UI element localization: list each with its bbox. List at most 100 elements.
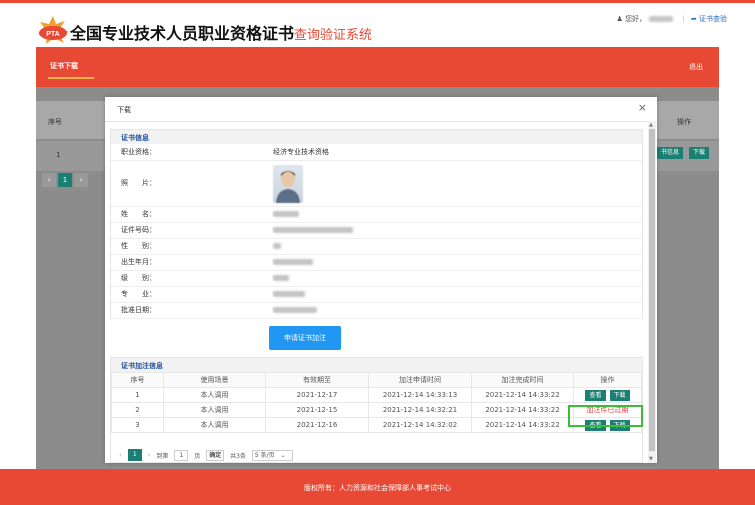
cell-index: 1 bbox=[111, 387, 164, 403]
cell-index: 3 bbox=[111, 417, 164, 433]
scroll-thumb[interactable] bbox=[649, 129, 655, 451]
bg-pager: ‹ 1 › bbox=[42, 173, 90, 187]
cell-valid-until: 2021-12-15 bbox=[265, 402, 369, 418]
cell-done-time: 2021-12-14 14:33:22 bbox=[471, 387, 574, 403]
major-blurred bbox=[273, 291, 305, 297]
birth-blurred bbox=[273, 259, 313, 265]
cell-apply-time: 2021-12-14 14:33:13 bbox=[368, 387, 472, 403]
gender-blurred bbox=[273, 243, 281, 249]
major-label: 专 业： bbox=[111, 286, 271, 303]
goto-page-input[interactable]: 1 bbox=[174, 449, 189, 461]
field-row: 出生年月： bbox=[111, 254, 642, 271]
cell-done-time: 2021-12-14 14:33:22 bbox=[471, 417, 574, 433]
field-row: 性 别： bbox=[111, 238, 642, 255]
cert-no-label: 证件号码： bbox=[111, 222, 271, 239]
cell-apply-time: 2021-12-14 14:32:02 bbox=[368, 417, 472, 433]
level-label: 级 别： bbox=[111, 270, 271, 287]
qualification-label: 职业资格： bbox=[111, 144, 271, 161]
field-row-photo: 照 片： bbox=[111, 160, 642, 207]
scroll-up-icon[interactable]: ▲ bbox=[649, 122, 653, 128]
annotation-row: 2 本人调用 2021-12-15 2021-12-14 14:32:21 20… bbox=[111, 402, 642, 418]
cell-op: 查看 下载 bbox=[573, 387, 642, 403]
col-scene: 使用场景 bbox=[163, 372, 266, 388]
bg-prev-icon[interactable]: ‹ bbox=[42, 173, 56, 187]
cert-no-blurred bbox=[273, 227, 353, 233]
username-blurred bbox=[649, 16, 674, 22]
cert-info-title: 证书信息 bbox=[121, 134, 149, 142]
bg-next-icon[interactable]: › bbox=[74, 173, 88, 187]
next-page-icon[interactable]: › bbox=[148, 451, 151, 459]
annotation-header: 证书加注信息 bbox=[111, 358, 642, 372]
main-nav: 证书下载 退出 bbox=[36, 47, 719, 87]
bg-page-current[interactable]: 1 bbox=[58, 173, 72, 187]
field-row: 批准日期： bbox=[111, 302, 642, 319]
field-row: 职业资格： 经济专业技术资格 bbox=[111, 144, 642, 161]
pta-logo: PTA bbox=[38, 16, 69, 44]
cert-info-header: 证书信息 bbox=[111, 130, 642, 144]
scroll-down-icon[interactable]: ▼ bbox=[649, 456, 653, 462]
level-blurred bbox=[273, 275, 289, 281]
cell-scene: 本人调用 bbox=[163, 402, 266, 418]
modal-title: 下载 bbox=[117, 106, 131, 114]
system-title: 全国专业技术人员职业资格证书查询验证系统 bbox=[70, 20, 372, 44]
col-valid-until: 有效期至 bbox=[265, 372, 369, 388]
bg-col-op: 操作 bbox=[677, 118, 691, 126]
prev-page-icon[interactable]: ‹ bbox=[119, 451, 122, 459]
gender-label: 性 别： bbox=[111, 238, 271, 255]
photo-label: 照 片： bbox=[111, 160, 271, 207]
per-page-select[interactable]: 5 条/页 ⌄ bbox=[251, 449, 293, 461]
user-bar: ♟ 您好， | ➦ 证书查验 bbox=[617, 14, 727, 24]
bg-view-button[interactable]: 书信息 bbox=[656, 147, 683, 159]
divider: | bbox=[682, 15, 685, 23]
view-button[interactable]: 查看 bbox=[585, 389, 606, 401]
title-sub: 查询验证系统 bbox=[294, 28, 373, 43]
download-button[interactable]: 下载 bbox=[609, 389, 630, 401]
user-icon: ♟ bbox=[616, 15, 623, 23]
cell-index: 2 bbox=[111, 402, 164, 418]
bg-row-actions: 书信息 下载 bbox=[651, 147, 709, 159]
field-row: 姓 名： bbox=[111, 206, 642, 223]
field-row: 证件号码： bbox=[111, 222, 642, 239]
chevron-down-icon: ⌄ bbox=[280, 451, 286, 459]
name-label: 姓 名： bbox=[111, 206, 271, 223]
col-apply-time: 加注申请时间 bbox=[368, 372, 472, 388]
annotation-row: 3 本人调用 2021-12-16 2021-12-14 14:32:02 20… bbox=[111, 417, 642, 433]
annotation-pager: ‹ 1 › 到第 1 页 确定 共3条 5 条/页 ⌄ bbox=[119, 449, 297, 461]
logout-link[interactable]: 退出 bbox=[689, 62, 703, 72]
site-header: PTA 全国专业技术人员职业资格证书查询验证系统 ♟ 您好， | ➦ 证书查验 bbox=[0, 3, 755, 47]
col-index: 序号 bbox=[111, 372, 164, 388]
qualification-value: 经济专业技术资格 bbox=[271, 144, 642, 161]
bg-download-button[interactable]: 下载 bbox=[688, 147, 709, 159]
cert-info-panel: 证书信息 职业资格： 经济专业技术资格 照 片： 姓 名： 证件号码： 性 别：… bbox=[110, 129, 643, 319]
approve-blurred bbox=[273, 307, 317, 313]
tab-cert-download[interactable]: 证书下载 bbox=[50, 61, 78, 71]
annotation-table: 序号 使用场景 有效期至 加注申请时间 加注完成时间 操作 1 本人调用 202… bbox=[111, 372, 642, 433]
page-current[interactable]: 1 bbox=[127, 449, 142, 461]
apply-annotation-button[interactable]: 申请证书加注 bbox=[269, 326, 341, 350]
col-op: 操作 bbox=[573, 372, 642, 388]
cert-info-table: 职业资格： 经济专业技术资格 照 片： 姓 名： 证件号码： 性 别： 出生年月… bbox=[111, 144, 642, 319]
cell-scene: 本人调用 bbox=[163, 417, 266, 433]
cell-apply-time: 2021-12-14 14:32:21 bbox=[368, 402, 472, 418]
modal-scrollbar[interactable]: ▲ ▼ bbox=[648, 121, 656, 463]
close-icon[interactable]: × bbox=[638, 101, 647, 114]
expired-highlight-box bbox=[568, 405, 643, 427]
cert-check-link[interactable]: ➦ 证书查验 bbox=[691, 15, 727, 23]
total-count: 共3条 bbox=[230, 452, 246, 460]
annotation-title: 证书加注信息 bbox=[121, 362, 163, 370]
goto-ok-button[interactable]: 确定 bbox=[206, 449, 225, 461]
modal-divider bbox=[105, 121, 657, 122]
copyright-text: 版权所有：人力资源和社会保障部人事考试中心 bbox=[304, 484, 451, 492]
svg-text:PTA: PTA bbox=[46, 31, 59, 38]
active-tab-indicator bbox=[48, 77, 94, 79]
site-footer: 版权所有：人力资源和社会保障部人事考试中心 bbox=[0, 469, 755, 505]
cell-done-time: 2021-12-14 14:33:22 bbox=[471, 402, 574, 418]
portrait-photo bbox=[273, 165, 303, 203]
annotation-row: 1 本人调用 2021-12-17 2021-12-14 14:33:13 20… bbox=[111, 387, 642, 403]
annotation-header-row: 序号 使用场景 有效期至 加注申请时间 加注完成时间 操作 bbox=[111, 372, 642, 388]
bg-col-index: 序号 bbox=[48, 118, 62, 126]
bg-row-index: 1 bbox=[56, 151, 61, 159]
cell-scene: 本人调用 bbox=[163, 387, 266, 403]
col-done-time: 加注完成时间 bbox=[471, 372, 574, 388]
name-blurred bbox=[273, 211, 299, 217]
